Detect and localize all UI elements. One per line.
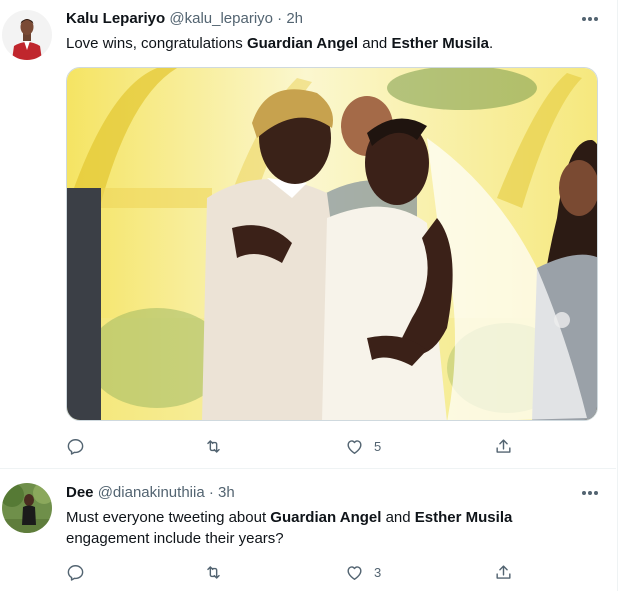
tweet-text: Love wins, congratulations Guardian Ange… bbox=[66, 33, 596, 54]
more-icon[interactable] bbox=[578, 9, 602, 29]
author-handle[interactable]: @kalu_lepariyo bbox=[169, 10, 273, 27]
share-icon bbox=[496, 564, 511, 579]
text-part: Love wins, congratulations bbox=[66, 35, 247, 52]
tweet-photo[interactable] bbox=[66, 67, 598, 421]
like-button[interactable]: 3 bbox=[345, 562, 381, 582]
text-part: engagement include their years? bbox=[66, 530, 284, 547]
author-handle[interactable]: @dianakinuthiia bbox=[98, 484, 205, 501]
tweet-actions: 3 bbox=[66, 562, 518, 582]
tweet-text: Must everyone tweeting about Guardian An… bbox=[66, 507, 596, 549]
mention-guardian-angel[interactable]: Guardian Angel bbox=[247, 35, 358, 52]
more-icon[interactable] bbox=[578, 483, 602, 503]
like-count: 5 bbox=[374, 438, 382, 454]
avatar[interactable] bbox=[2, 10, 52, 60]
mention-esther-musila[interactable]: Esther Musila bbox=[415, 509, 513, 526]
timestamp[interactable]: 2h bbox=[286, 10, 303, 27]
reply-button[interactable] bbox=[66, 436, 85, 456]
like-button[interactable]: 5 bbox=[345, 436, 381, 456]
text-part: Must everyone tweeting about bbox=[66, 509, 271, 526]
tweet-header: Kalu Lepariyo @kalu_lepariyo · 2h bbox=[66, 9, 303, 29]
like-icon bbox=[347, 439, 362, 454]
timestamp[interactable]: 3h bbox=[218, 484, 235, 501]
retweet-icon bbox=[207, 565, 220, 579]
reply-icon bbox=[67, 438, 84, 455]
share-button[interactable] bbox=[494, 436, 513, 456]
text-part: and bbox=[381, 509, 415, 526]
like-icon bbox=[347, 565, 362, 580]
mention-guardian-angel[interactable]: Guardian Angel bbox=[270, 509, 381, 526]
separator: · bbox=[208, 484, 214, 501]
retweet-icon bbox=[207, 439, 220, 453]
tweet[interactable]: Dee @dianakinuthiia · 3h Must everyone t… bbox=[0, 470, 616, 591]
separator: · bbox=[277, 10, 283, 27]
text-part: . bbox=[488, 35, 494, 52]
reply-button[interactable] bbox=[66, 562, 85, 582]
retweet-button[interactable] bbox=[204, 436, 223, 456]
tweet[interactable]: Kalu Lepariyo @kalu_lepariyo · 2h Love w… bbox=[0, 0, 616, 469]
like-count: 3 bbox=[374, 564, 382, 580]
timeline-border bbox=[617, 0, 618, 591]
share-icon bbox=[496, 438, 511, 453]
tweet-actions: 5 bbox=[66, 436, 518, 456]
author-name[interactable]: Dee bbox=[66, 484, 94, 501]
text-part: and bbox=[358, 35, 392, 52]
tweet-header: Dee @dianakinuthiia · 3h bbox=[66, 483, 235, 503]
mention-esther-musila[interactable]: Esther Musila bbox=[391, 35, 489, 52]
retweet-button[interactable] bbox=[204, 562, 223, 582]
share-button[interactable] bbox=[494, 562, 513, 582]
avatar[interactable] bbox=[2, 483, 52, 533]
author-name[interactable]: Kalu Lepariyo bbox=[66, 10, 165, 27]
reply-icon bbox=[67, 564, 84, 581]
